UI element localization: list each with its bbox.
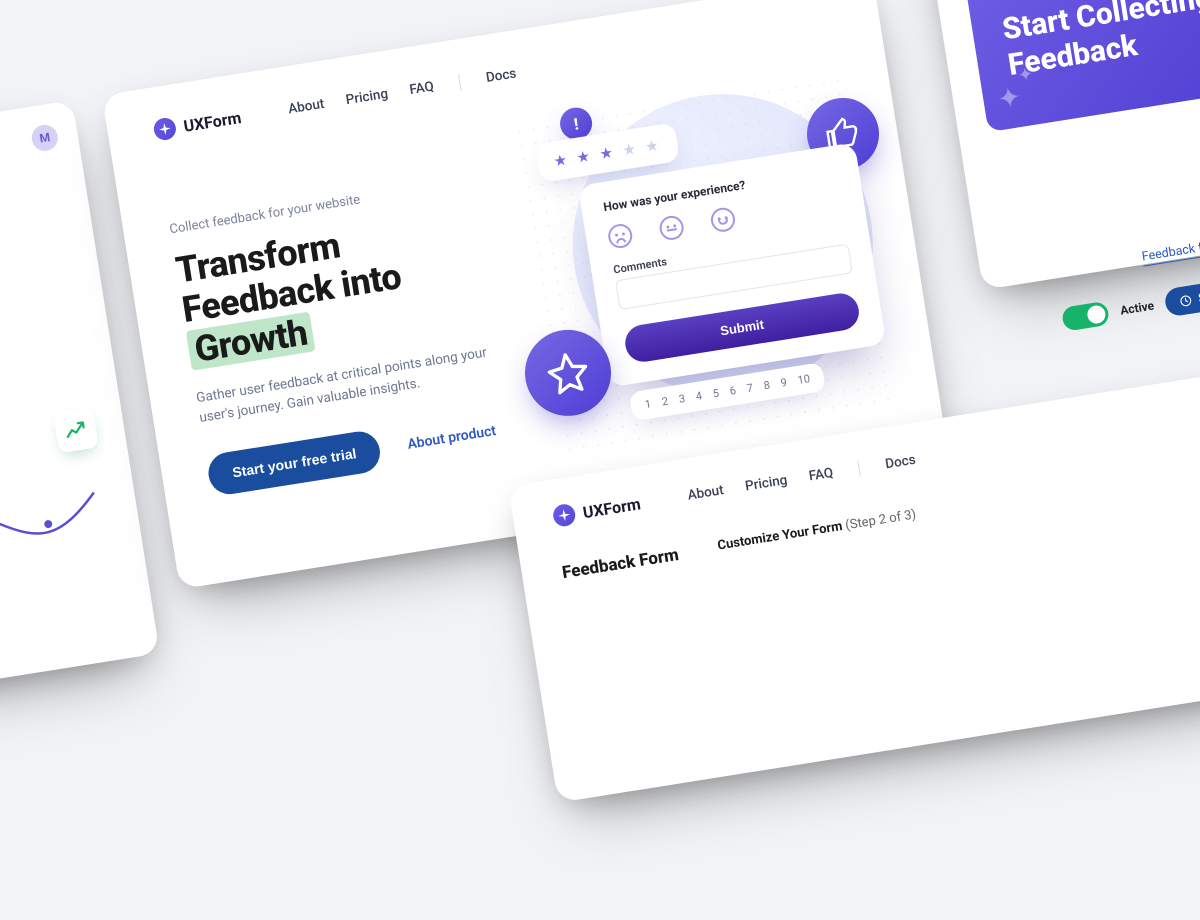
nav-pricing[interactable]: Pricing [744,472,788,494]
nav-separator [458,74,461,90]
clock-icon [1179,293,1194,308]
avatar[interactable]: M [30,123,60,153]
happy-face-icon[interactable] [709,206,736,233]
sparkle-icon [552,503,577,528]
start-trial-button[interactable]: Start your free trial [206,429,384,498]
sad-face-icon[interactable] [607,222,634,249]
nav-faq[interactable]: FAQ [408,78,435,98]
nav-links: About Pricing FAQ Docs [287,65,517,117]
nav-faq[interactable]: FAQ [808,465,835,485]
nav-pricing[interactable]: Pricing [345,86,389,108]
sparkle-icon: ✦ [1017,64,1035,87]
brand-logo[interactable]: UXForm [152,106,242,142]
neutral-face-icon[interactable] [658,214,685,241]
trend-up-icon [53,408,99,454]
star-icon: ★ ★ ★ ★ ★ [552,136,663,171]
brand-logo[interactable]: UXForm [552,492,642,528]
active-toggle[interactable] [1061,301,1110,332]
builder-controls: Active Set a trigger [1061,272,1200,333]
nav-docs[interactable]: Docs [485,65,518,86]
set-trigger-button[interactable]: Set a trigger [1164,272,1200,317]
promo-banner[interactable]: ✦ ✦ Start CollectingFeedback [963,0,1200,132]
about-product-link[interactable]: About product [406,423,497,453]
feedback-widget-preview: How was your experience? Comments Submit [578,142,886,387]
hero-illustration: ! ★ ★ ★ ★ ★ How was your experience? Com… [512,73,895,461]
builder-step: Customize Your Form (Step 2 of 3) [717,507,918,558]
nav-about[interactable]: About [687,482,725,503]
nav-docs[interactable]: Docs [884,452,917,473]
builder-title: Feedback Form [561,545,680,583]
nav-about[interactable]: About [287,96,325,117]
mini-line-chart [0,451,118,620]
toggle-label: Active [1119,298,1155,317]
sparkle-icon [152,116,177,141]
